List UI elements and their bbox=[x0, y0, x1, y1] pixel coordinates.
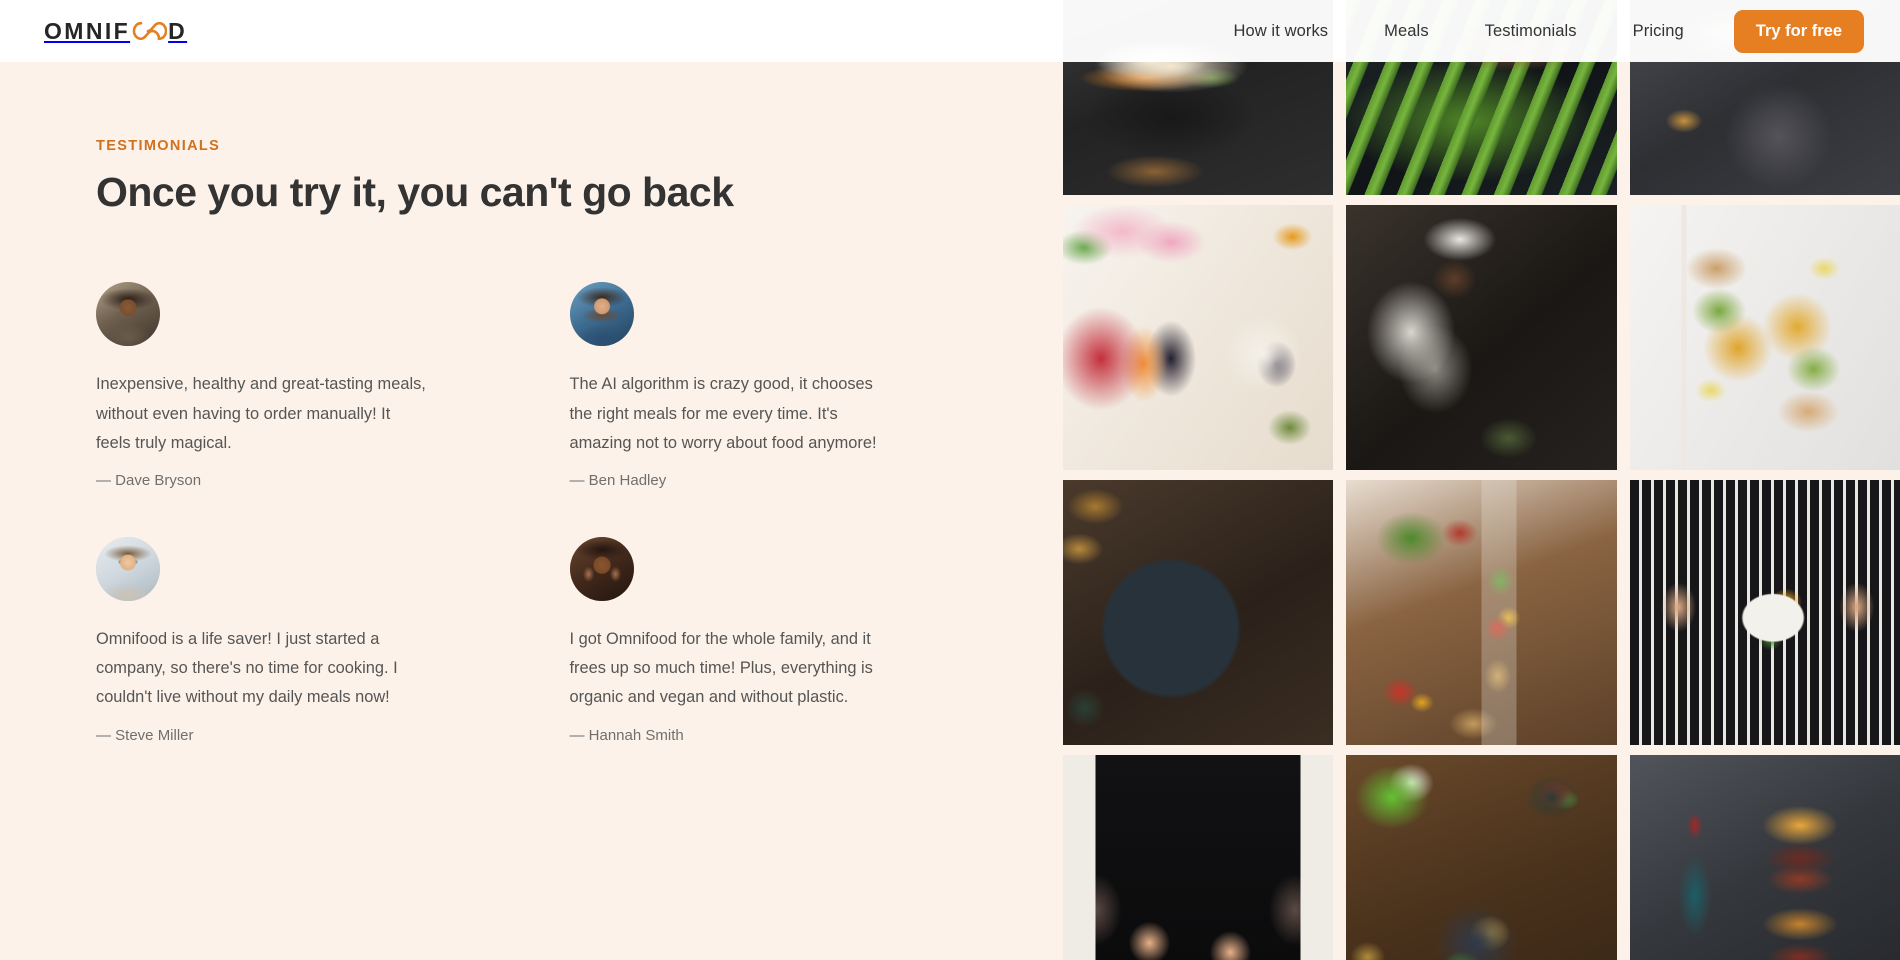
testimonial-card: Inexpensive, healthy and great-tasting m… bbox=[96, 282, 494, 489]
logo-text-left: OMNIF bbox=[44, 17, 131, 44]
testimonial-author: — Hannah Smith bbox=[569, 726, 684, 744]
site-header: OMNIF D How it works Meals Testimonials … bbox=[0, 0, 1900, 62]
gallery-photo-meal-prep-boxes bbox=[1629, 205, 1900, 470]
nav-meals[interactable]: Meals bbox=[1356, 22, 1457, 41]
gallery-photo-chef-striped-apron bbox=[1629, 480, 1900, 745]
nav-how-it-works[interactable]: How it works bbox=[1205, 22, 1356, 41]
testimonial-author: — Ben Hadley bbox=[569, 472, 667, 490]
testimonials-section: TESTIMONIALS Once you try it, you can't … bbox=[0, 62, 1063, 960]
page-root: OMNIF D How it works Meals Testimonials … bbox=[0, 0, 1900, 960]
try-for-free-button[interactable]: Try for free bbox=[1733, 9, 1864, 53]
nav-testimonials[interactable]: Testimonials bbox=[1457, 22, 1605, 41]
testimonial-text: Omnifood is a life saver! I just started… bbox=[96, 630, 398, 707]
page-title: Once you try it, you can't go back bbox=[96, 169, 734, 215]
nav-pricing[interactable]: Pricing bbox=[1605, 22, 1712, 41]
section-eyebrow: TESTIMONIALS bbox=[96, 138, 221, 154]
testimonial-text: I got Omnifood for the whole family, and… bbox=[569, 630, 873, 707]
testimonial-author: — Dave Bryson bbox=[96, 472, 202, 490]
logo-text-right: D bbox=[168, 17, 188, 44]
main-navigation: How it works Meals Testimonials Pricing … bbox=[1205, 9, 1864, 53]
avatar-dave-bryson bbox=[96, 282, 160, 347]
gallery-photo-chef-tattooed-arms bbox=[1063, 755, 1334, 960]
testimonial-author: — Steve Miller bbox=[96, 726, 194, 744]
avatar-hannah-smith bbox=[569, 537, 634, 602]
avatar-ben-hadley bbox=[569, 282, 634, 347]
testimonial-text: The AI algorithm is crazy good, it choos… bbox=[569, 375, 877, 452]
gallery-photo-chickpea-bowl bbox=[1346, 755, 1617, 960]
logo[interactable]: OMNIF D bbox=[44, 17, 188, 44]
gallery-photo-chef-cooking bbox=[1346, 205, 1617, 470]
gallery-photo-mason-jar-salad bbox=[1346, 480, 1617, 745]
gallery-photo-avocado-egg-toast bbox=[1063, 480, 1334, 745]
avatar-steve-miller bbox=[96, 537, 160, 602]
testimonial-card: I got Omnifood for the whole family, and… bbox=[569, 537, 968, 744]
testimonial-card: The AI algorithm is crazy good, it choos… bbox=[569, 282, 968, 490]
logo-text: OMNIF D bbox=[44, 17, 188, 44]
testimonial-card: Omnifood is a life saver! I just started… bbox=[96, 537, 494, 744]
testimonial-text: Inexpensive, healthy and great-tasting m… bbox=[96, 375, 426, 452]
gallery-photo-burger-beer bbox=[1629, 755, 1900, 960]
gallery-photo-fruit-breakfast bbox=[1063, 205, 1334, 470]
food-gallery bbox=[1063, 0, 1900, 960]
testimonials-grid: Inexpensive, healthy and great-tasting m… bbox=[96, 282, 968, 744]
infinity-icon bbox=[131, 20, 168, 42]
